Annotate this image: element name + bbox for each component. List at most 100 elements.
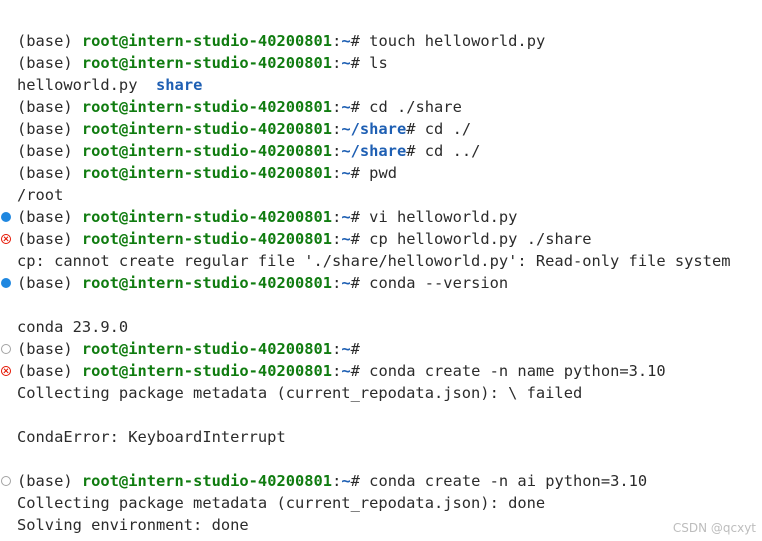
command-text: cd ../ bbox=[424, 142, 481, 160]
prompt-user-host: root@intern-studio-40200801 bbox=[81, 362, 333, 380]
prompt-user-host: root@intern-studio-40200801 bbox=[81, 120, 333, 138]
command-error-decoration-icon[interactable] bbox=[1, 366, 11, 376]
terminal-command-line: (base) root@intern-studio-40200801:~# cp… bbox=[0, 228, 762, 250]
terminal-output[interactable]: (base) root@intern-studio-40200801:~# to… bbox=[0, 30, 762, 536]
command-text: ls bbox=[369, 54, 388, 72]
prompt-suffix: # bbox=[350, 164, 370, 182]
prompt-env: (base) bbox=[17, 120, 82, 138]
command-success-decoration-icon[interactable] bbox=[1, 212, 11, 222]
prompt-suffix: # bbox=[350, 340, 370, 358]
prompt-path: ~/share bbox=[341, 120, 407, 138]
command-text: cp helloworld.py ./share bbox=[369, 230, 592, 248]
prompt-user-host: root@intern-studio-40200801 bbox=[81, 98, 333, 116]
prompt-env: (base) bbox=[17, 142, 82, 160]
terminal-output-line: cp: cannot create regular file './share/… bbox=[0, 250, 762, 272]
prompt-user-host: root@intern-studio-40200801 bbox=[81, 142, 333, 160]
prompt-user-host: root@intern-studio-40200801 bbox=[81, 54, 333, 72]
command-success-decoration-icon[interactable] bbox=[1, 278, 11, 288]
prompt-env: (base) bbox=[17, 164, 82, 182]
command-default-decoration-icon[interactable] bbox=[1, 476, 11, 486]
prompt-suffix: # bbox=[350, 362, 370, 380]
command-text: cd ./ bbox=[424, 120, 472, 138]
terminal-output-line: Collecting package metadata (current_rep… bbox=[0, 382, 762, 404]
prompt-path: ~ bbox=[341, 208, 351, 226]
terminal-command-line: (base) root@intern-studio-40200801:~# ls bbox=[0, 52, 762, 74]
prompt-env: (base) bbox=[17, 32, 82, 50]
prompt-user-host: root@intern-studio-40200801 bbox=[81, 208, 333, 226]
prompt-user-host: root@intern-studio-40200801 bbox=[81, 32, 333, 50]
prompt-colon: : bbox=[332, 54, 342, 72]
output-text: Solving environment: done bbox=[17, 516, 249, 534]
terminal-command-line: (base) root@intern-studio-40200801:~# to… bbox=[0, 30, 762, 52]
output-text: /root bbox=[17, 186, 64, 204]
terminal-command-line: (base) root@intern-studio-40200801:~# cd… bbox=[0, 96, 762, 118]
prompt-user-host: root@intern-studio-40200801 bbox=[81, 274, 333, 292]
prompt-suffix: # bbox=[350, 274, 370, 292]
prompt-suffix: # bbox=[406, 120, 425, 138]
prompt-path: ~ bbox=[341, 340, 351, 358]
prompt-user-host: root@intern-studio-40200801 bbox=[81, 230, 333, 248]
command-error-decoration-icon[interactable] bbox=[1, 234, 11, 244]
terminal-output-line: Collecting package metadata (current_rep… bbox=[0, 492, 762, 514]
prompt-path: ~/share bbox=[341, 142, 407, 160]
prompt-colon: : bbox=[332, 142, 342, 160]
prompt-user-host: root@intern-studio-40200801 bbox=[81, 340, 333, 358]
prompt-env: (base) bbox=[17, 340, 82, 358]
prompt-colon: : bbox=[332, 230, 342, 248]
terminal-command-line: (base) root@intern-studio-40200801:~# bbox=[0, 338, 762, 360]
command-default-decoration-icon[interactable] bbox=[1, 344, 11, 354]
command-text: touch helloworld.py bbox=[369, 32, 546, 50]
prompt-suffix: # bbox=[350, 472, 370, 490]
prompt-env: (base) bbox=[17, 472, 82, 490]
prompt-env: (base) bbox=[17, 274, 82, 292]
prompt-path: ~ bbox=[341, 472, 351, 490]
terminal-command-line: (base) root@intern-studio-40200801:~# vi… bbox=[0, 206, 762, 228]
terminal-command-line: (base) root@intern-studio-40200801:~# co… bbox=[0, 470, 762, 492]
terminal-command-line: (base) root@intern-studio-40200801:~/sha… bbox=[0, 140, 762, 162]
terminal-command-line: (base) root@intern-studio-40200801:~# co… bbox=[0, 360, 762, 382]
prompt-user-host: root@intern-studio-40200801 bbox=[81, 164, 333, 182]
terminal-output-line: helloworld.py share bbox=[0, 74, 762, 96]
terminal-command-line: (base) root@intern-studio-40200801:~# pw… bbox=[0, 162, 762, 184]
prompt-path: ~ bbox=[341, 32, 351, 50]
prompt-colon: : bbox=[332, 98, 342, 116]
prompt-env: (base) bbox=[17, 230, 82, 248]
prompt-env: (base) bbox=[17, 54, 82, 72]
prompt-colon: : bbox=[332, 274, 342, 292]
prompt-env: (base) bbox=[17, 98, 82, 116]
prompt-suffix: # bbox=[350, 98, 370, 116]
prompt-user-host: root@intern-studio-40200801 bbox=[81, 472, 333, 490]
prompt-suffix: # bbox=[406, 142, 425, 160]
output-text: Collecting package metadata (current_rep… bbox=[17, 494, 546, 512]
terminal-command-line: (base) root@intern-studio-40200801:~/sha… bbox=[0, 118, 762, 140]
prompt-colon: : bbox=[332, 472, 342, 490]
ls-dir-entry: share bbox=[156, 76, 203, 94]
prompt-path: ~ bbox=[341, 274, 351, 292]
terminal-output-line: /root bbox=[0, 184, 762, 206]
command-text: conda create -n name python=3.10 bbox=[369, 362, 666, 380]
terminal-output-line: Solving environment: done bbox=[0, 514, 762, 536]
command-text: conda --version bbox=[369, 274, 509, 292]
prompt-colon: : bbox=[332, 164, 342, 182]
prompt-path: ~ bbox=[341, 230, 351, 248]
terminal-command-line: (base) root@intern-studio-40200801:~# co… bbox=[0, 272, 762, 294]
command-text: conda create -n ai python=3.10 bbox=[369, 472, 648, 490]
prompt-path: ~ bbox=[341, 54, 351, 72]
ls-gap bbox=[137, 76, 156, 94]
prompt-suffix: # bbox=[350, 230, 370, 248]
prompt-suffix: # bbox=[350, 54, 370, 72]
prompt-suffix: # bbox=[350, 208, 370, 226]
output-text: Collecting package metadata (current_rep… bbox=[17, 384, 583, 402]
prompt-path: ~ bbox=[341, 164, 351, 182]
command-text: pwd bbox=[369, 164, 397, 182]
prompt-suffix: # bbox=[350, 32, 370, 50]
terminal-output-line: CondaError: KeyboardInterrupt bbox=[0, 426, 762, 448]
output-text: cp: cannot create regular file './share/… bbox=[17, 252, 731, 270]
ls-file-entry: helloworld.py bbox=[17, 76, 138, 94]
prompt-colon: : bbox=[332, 340, 342, 358]
command-text: vi helloworld.py bbox=[369, 208, 518, 226]
prompt-colon: : bbox=[332, 208, 342, 226]
